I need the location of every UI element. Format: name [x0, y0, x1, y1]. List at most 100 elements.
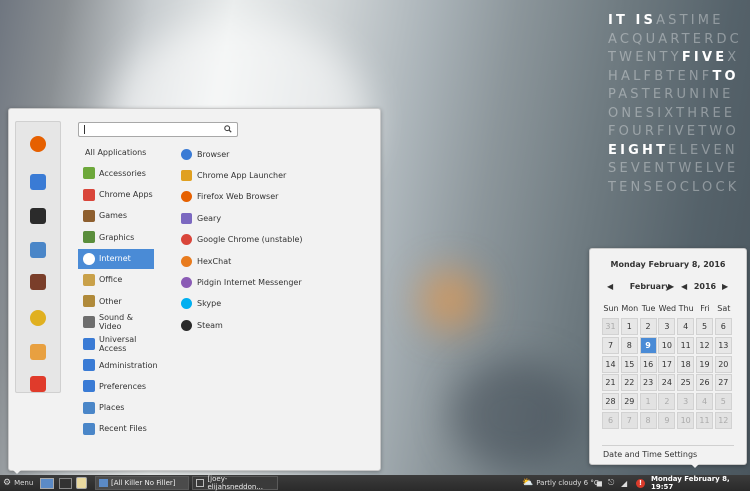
calendar-day[interactable]: 11: [696, 412, 713, 429]
clock-applet[interactable]: Monday February 8, 19:57: [651, 475, 750, 491]
calendar-day[interactable]: 2: [639, 318, 657, 335]
calendar-day[interactable]: 5: [696, 318, 713, 335]
category-sound-video[interactable]: Sound & Video: [78, 312, 154, 332]
category-other[interactable]: Other: [78, 291, 154, 311]
category-places[interactable]: Places: [78, 398, 154, 418]
category-label: Places: [99, 403, 125, 413]
calendar-day[interactable]: 10: [658, 336, 676, 354]
calendar-day[interactable]: 6: [602, 412, 619, 429]
tray-volume[interactable]: ◢: [621, 475, 627, 491]
accessories-icon: [83, 167, 95, 180]
app-label: Pidgin Internet Messenger: [197, 277, 302, 287]
folder-icon: [30, 242, 46, 258]
category-preferences[interactable]: Preferences: [78, 376, 154, 396]
calendar-day[interactable]: 29: [620, 393, 638, 411]
calendar-day[interactable]: 1: [620, 318, 638, 335]
favorite-power[interactable]: [28, 374, 48, 394]
favorite-firefox[interactable]: [28, 134, 48, 154]
favorite-toggle[interactable]: [28, 172, 48, 192]
category-recent-files[interactable]: Recent Files: [78, 419, 154, 439]
category-games[interactable]: Games: [78, 206, 154, 226]
search-input[interactable]: [78, 122, 238, 137]
calendar-day[interactable]: 23: [639, 374, 657, 392]
favorite-terminal[interactable]: [28, 206, 48, 226]
calendar-day[interactable]: 12: [714, 412, 732, 429]
category-administration[interactable]: Administration: [78, 355, 158, 375]
category-all-applications[interactable]: All Applications: [78, 142, 161, 162]
tray-update-alert[interactable]: !: [636, 475, 645, 491]
calendar-day[interactable]: 18: [677, 355, 695, 373]
calendar-day[interactable]: 10: [677, 412, 695, 429]
calendar-day[interactable]: 8: [639, 412, 657, 429]
calendar-day[interactable]: 4: [677, 318, 695, 335]
calendar-day[interactable]: 7: [620, 412, 638, 429]
month-prev-button[interactable]: ◀: [607, 280, 613, 292]
favorite-lightbulb[interactable]: [28, 308, 48, 328]
favorite-camera[interactable]: [28, 272, 48, 292]
app-item[interactable]: Pidgin Internet Messenger: [181, 272, 302, 292]
calendar-day[interactable]: 26: [696, 374, 713, 392]
calendar-day[interactable]: 3: [658, 318, 676, 335]
calendar-day[interactable]: 6: [714, 318, 732, 335]
tray-usb[interactable]: ⎋: [608, 475, 614, 491]
calendar-day[interactable]: 16: [639, 355, 657, 373]
calendar-day[interactable]: 4: [696, 393, 713, 411]
calendar-day[interactable]: 17: [658, 355, 676, 373]
calendar-day[interactable]: 7: [602, 336, 619, 354]
calendar-day[interactable]: 22: [620, 374, 638, 392]
calendar-day[interactable]: 14: [602, 355, 619, 373]
calendar-day[interactable]: 24: [658, 374, 676, 392]
category-office[interactable]: Office: [78, 270, 154, 290]
calendar-day[interactable]: 15: [620, 355, 638, 373]
calendar-day[interactable]: 2: [658, 393, 676, 411]
year-next-button[interactable]: ▶: [722, 280, 728, 292]
app-item[interactable]: Geary: [181, 208, 221, 228]
tray-network[interactable]: ◼: [596, 475, 603, 491]
calendar-day[interactable]: 5: [714, 393, 732, 411]
app-item[interactable]: Chrome App Launcher: [181, 165, 286, 185]
calendar-day-today[interactable]: 9: [639, 336, 657, 354]
word-clock-word: ONESIXTHREE: [608, 105, 736, 121]
launcher-terminal[interactable]: [59, 475, 72, 491]
calendar-day[interactable]: 9: [658, 412, 676, 429]
calendar-day[interactable]: 21: [602, 374, 619, 392]
favorite-folder[interactable]: [28, 240, 48, 260]
weather-applet[interactable]: ⛅ Partly cloudy 6 °C: [522, 475, 599, 491]
category-chrome-apps[interactable]: Chrome Apps: [78, 185, 154, 205]
category-universal-access[interactable]: Universal Access: [78, 334, 154, 354]
calendar-day[interactable]: 31: [602, 318, 619, 335]
calendar-day[interactable]: 1: [639, 393, 657, 411]
calendar-day[interactable]: 8: [620, 336, 638, 354]
category-accessories[interactable]: Accessories: [78, 163, 154, 183]
calendar-day[interactable]: 3: [677, 393, 695, 411]
category-graphics[interactable]: Graphics: [78, 227, 154, 247]
partly-cloudy-icon: ⛅: [522, 478, 534, 488]
category-internet[interactable]: Internet: [78, 248, 154, 269]
calendar-day[interactable]: 20: [714, 355, 732, 373]
calendar-day[interactable]: 13: [714, 336, 732, 354]
firefox-icon: [181, 191, 192, 203]
calendar-day[interactable]: 11: [677, 336, 695, 354]
menu-button[interactable]: ⚙ Menu: [3, 475, 33, 491]
calendar-day[interactable]: 27: [714, 374, 732, 392]
taskbar: ⚙ Menu [All Killer No Filler] [joey-elij…: [0, 475, 750, 491]
taskbar-window-button[interactable]: [joey-elijahsneddon...: [192, 475, 278, 491]
favorite-user[interactable]: [28, 342, 48, 362]
app-item[interactable]: Firefox Web Browser: [181, 187, 278, 207]
launcher-files[interactable]: [76, 475, 87, 491]
calendar-day[interactable]: 28: [602, 393, 619, 411]
app-item[interactable]: Browser: [181, 144, 229, 164]
app-item[interactable]: HexChat: [181, 251, 231, 271]
calendar-day[interactable]: 25: [677, 374, 695, 392]
app-item[interactable]: Steam: [181, 315, 223, 335]
month-next-button[interactable]: ▶: [668, 280, 674, 292]
calendar-day[interactable]: 12: [696, 336, 713, 354]
taskbar-window-button[interactable]: [All Killer No Filler]: [95, 476, 189, 490]
calendar-day[interactable]: 19: [696, 355, 713, 373]
app-item[interactable]: Skype: [181, 294, 221, 314]
year-prev-button[interactable]: ◀: [681, 280, 687, 292]
date-time-settings-link[interactable]: Date and Time Settings: [603, 450, 697, 459]
app-item[interactable]: Google Chrome (unstable): [181, 230, 303, 250]
background-blur-dark: [450, 360, 580, 470]
show-desktop-button[interactable]: [40, 475, 54, 491]
